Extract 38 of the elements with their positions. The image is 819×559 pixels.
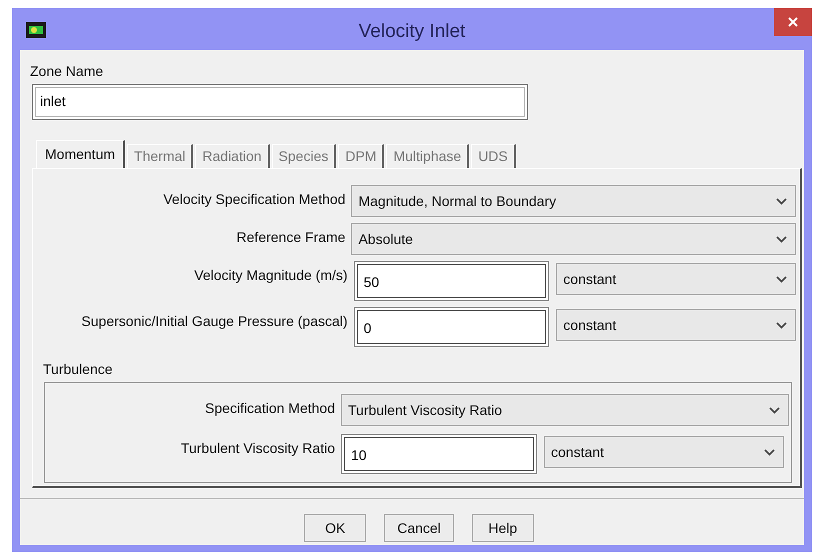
section-label: Turbulence [43,360,114,379]
dropdown[interactable]: Turbulent Viscosity Ratio [341,394,789,426]
app-icon [26,22,46,38]
field-label: Turbulent Viscosity Ratio [180,439,336,458]
chevron-icon [776,322,787,328]
field-label: Specification Method [204,399,336,418]
dropdown[interactable]: constant [556,263,796,295]
zone-name-label: Zone Name [30,62,104,81]
chevron-icon [776,236,787,242]
tab[interactable]: UDS [471,144,516,168]
dialog-button[interactable]: Cancel [384,514,454,542]
tab[interactable]: Momentum [36,140,126,168]
dialog-button[interactable]: OK [304,514,366,542]
tab[interactable]: Thermal [127,144,194,168]
dropdown[interactable]: constant [544,436,784,468]
chevron-icon [769,406,780,414]
window-title: Velocity Inlet [358,20,466,44]
dropdown[interactable]: Magnitude, Normal to Boundary [351,185,796,217]
close-button[interactable] [774,8,812,36]
close-icon [788,17,798,27]
field-label: Supersonic/Initial Gauge Pressure (pascal) [80,312,349,331]
zone-name-field[interactable]: inlet [32,84,528,120]
dropdown[interactable]: constant [556,309,796,341]
chevron-icon [776,276,787,282]
input-field[interactable]: 10 [341,434,537,474]
chevron-icon [764,448,775,456]
tab[interactable]: Multiphase [386,144,470,168]
dropdown[interactable]: Absolute [351,223,796,255]
chevron-icon [776,198,787,204]
input-field[interactable]: 50 [354,261,550,301]
field-label: Reference Frame [236,228,346,247]
tab[interactable]: DPM [338,144,384,168]
field-label: Velocity Magnitude (m/s) [193,266,349,285]
tab[interactable]: Species [272,144,336,168]
field-label: Velocity Specification Method [162,190,346,209]
dialog-button[interactable]: Help [472,514,534,542]
input-field[interactable]: 0 [354,307,550,347]
tab[interactable]: Radiation [195,144,270,168]
